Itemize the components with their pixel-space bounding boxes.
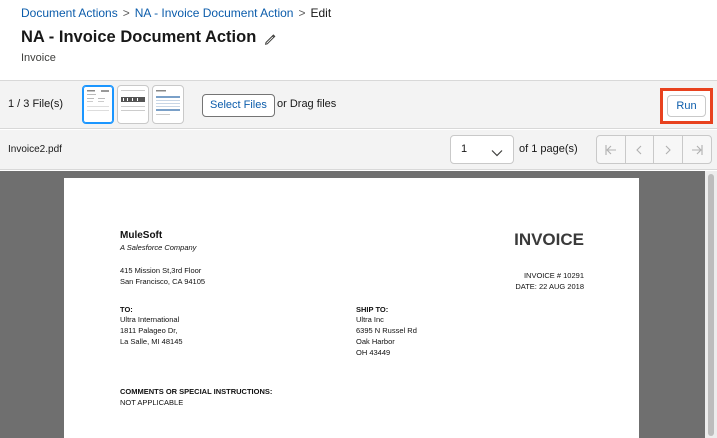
ship-to-label: SHIP TO:	[356, 305, 389, 314]
comments-value: NOT APPLICABLE	[120, 398, 184, 407]
breadcrumb-current: Edit	[310, 6, 332, 20]
page-select-value: 1	[461, 143, 468, 155]
company-address-line: San Francisco, CA 94105	[120, 277, 206, 286]
drag-files-text: or Drag files	[277, 98, 337, 110]
breadcrumb: Document Actions > NA - Invoice Document…	[21, 6, 331, 20]
select-files-button[interactable]: Select Files	[202, 94, 275, 117]
chevron-down-icon	[491, 145, 503, 157]
page-count-text: of 1 page(s)	[519, 143, 578, 155]
breadcrumb-separator: >	[122, 6, 130, 20]
file-thumbnail-2[interactable]	[117, 85, 149, 124]
bill-to-label: TO:	[120, 305, 133, 314]
last-page-button[interactable]	[683, 136, 712, 163]
file-name: Invoice2.pdf	[8, 144, 62, 155]
file-count: 1 / 3 File(s)	[8, 98, 64, 110]
bill-to-line: La Salle, MI 48145	[120, 337, 183, 346]
run-button-highlight: Run	[660, 88, 713, 124]
document-viewer: MuleSoft A Salesforce Company 415 Missio…	[0, 171, 717, 438]
viewer-toolbar: Invoice2.pdf 1 of 1 page(s)	[0, 130, 717, 170]
breadcrumb-invoice-document-action[interactable]: NA - Invoice Document Action	[135, 6, 294, 20]
breadcrumb-separator: >	[298, 6, 306, 20]
company-name: MuleSoft	[120, 230, 163, 241]
next-page-icon	[665, 145, 671, 154]
scrollbar-thumb[interactable]	[708, 174, 714, 436]
ship-to-line: OH 43449	[356, 348, 391, 357]
ship-to-line: 6395 N Russel Rd	[356, 326, 417, 335]
first-page-icon	[605, 144, 616, 155]
previous-page-button[interactable]	[626, 136, 654, 163]
ship-to-line: Ultra Inc	[356, 315, 384, 324]
company-address-line: 415 Mission St,3rd Floor	[120, 266, 202, 275]
pencil-icon[interactable]	[264, 32, 276, 45]
page-title: NA - Invoice Document Action	[21, 28, 257, 46]
invoice-date: DATE: 22 AUG 2018	[515, 282, 584, 291]
file-thumbnail-3[interactable]	[152, 85, 184, 124]
first-page-button[interactable]	[597, 136, 626, 163]
page-select[interactable]: 1	[450, 135, 514, 164]
page-title-row: NA - Invoice Document Action	[21, 28, 276, 47]
company-tagline: A Salesforce Company	[120, 243, 197, 252]
ship-to-line: Oak Harbor	[356, 337, 395, 346]
breadcrumb-document-actions[interactable]: Document Actions	[21, 6, 118, 20]
bill-to-line: 1811 Palageo Dr,	[120, 326, 178, 335]
invoice-heading: INVOICE	[514, 230, 584, 249]
page-subtitle: Invoice	[21, 52, 56, 64]
run-button[interactable]: Run	[667, 95, 706, 117]
bill-to-line: Ultra International	[120, 315, 180, 324]
comments-label: COMMENTS OR SPECIAL INSTRUCTIONS:	[120, 387, 273, 396]
files-bar: 1 / 3 File(s) Select Files or Drag files…	[0, 80, 717, 129]
file-thumbnail-1[interactable]	[82, 85, 114, 124]
next-page-button[interactable]	[654, 136, 683, 163]
invoice-number: INVOICE # 10291	[523, 271, 584, 280]
pager	[596, 135, 712, 164]
document-page: MuleSoft A Salesforce Company 415 Missio…	[64, 178, 639, 438]
previous-page-icon	[636, 145, 642, 154]
viewer-scrollbar[interactable]	[705, 171, 717, 438]
last-page-icon	[691, 144, 703, 155]
